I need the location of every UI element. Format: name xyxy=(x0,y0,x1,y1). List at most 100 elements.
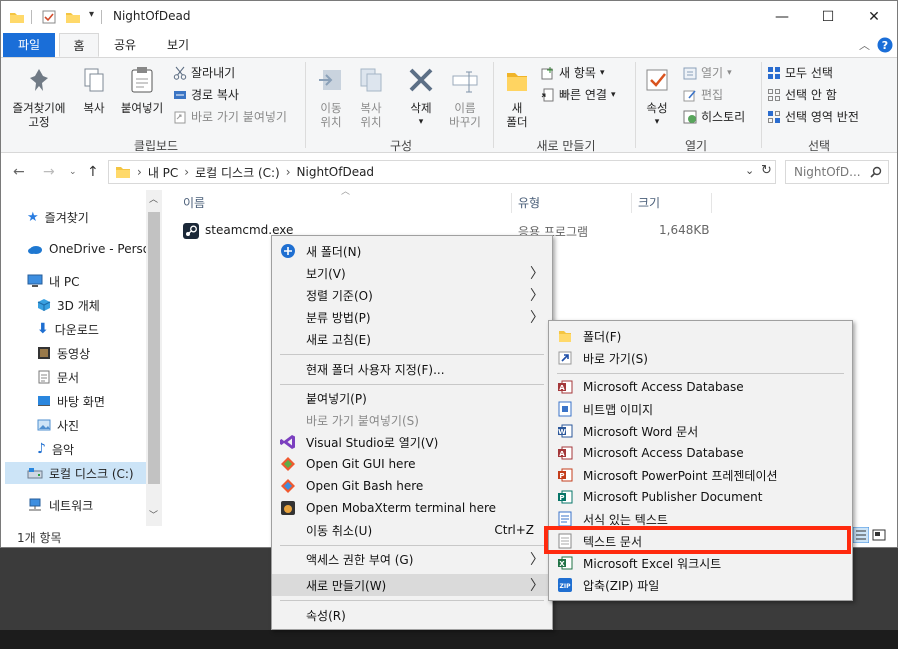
back-arrow-icon[interactable]: ← xyxy=(13,164,25,180)
open-button[interactable]: 열기 ▾ xyxy=(683,65,732,81)
nav-item-desktop[interactable]: 바탕 화면 xyxy=(37,390,105,412)
menu-item-give-access[interactable]: 액세스 권한 부여 (G) 〉 xyxy=(272,548,552,570)
navigation-pane: ★ 즐겨찾기 OneDrive - Person 내 PC 3D 개체 ⬇ 다운… xyxy=(1,190,163,526)
paste-button[interactable]: 붙여넣기 xyxy=(117,66,167,115)
forward-arrow-icon[interactable]: → xyxy=(43,164,55,180)
nav-item-pictures[interactable]: 사진 xyxy=(37,414,79,436)
menu-item-new-folder-top[interactable]: 새 폴더(N) xyxy=(272,240,552,262)
nav-item-local-disk[interactable]: 로컬 디스크 (C:) xyxy=(5,462,147,484)
scroll-down-icon[interactable]: ﹀ xyxy=(149,508,158,521)
submenu-item-access-db-2[interactable]: A Microsoft Access Database xyxy=(549,442,852,464)
menu-item-undo-move[interactable]: 이동 취소(U) Ctrl+Z xyxy=(272,519,552,541)
history-button[interactable]: 히스토리 xyxy=(683,109,745,125)
tab-share[interactable]: 공유 xyxy=(105,33,145,57)
menu-item-mobaxterm[interactable]: Open MobaXterm terminal here xyxy=(272,497,552,519)
cut-button[interactable]: 잘라내기 xyxy=(173,65,235,81)
paste-shortcut-button[interactable]: 바로 가기 붙여넣기 xyxy=(173,109,287,125)
column-header-type[interactable]: 유형 xyxy=(518,191,540,215)
close-button[interactable]: ✕ xyxy=(851,1,897,33)
select-all-button[interactable]: 모두 선택 xyxy=(767,65,833,81)
tab-home[interactable]: 홈 xyxy=(59,33,99,57)
new-folder-qa-icon[interactable] xyxy=(65,9,81,25)
invert-selection-button[interactable]: 선택 영역 반전 xyxy=(767,109,859,125)
nav-item-this-pc[interactable]: 내 PC xyxy=(27,270,79,292)
nav-item-network[interactable]: 네트워크 xyxy=(27,494,93,516)
nav-item-downloads[interactable]: ⬇ 다운로드 xyxy=(37,318,99,340)
properties-qa-icon[interactable] xyxy=(41,9,57,25)
search-input[interactable]: NightOfD... xyxy=(785,160,889,184)
new-folder-button[interactable]: 새 폴더 xyxy=(499,66,535,129)
collapse-ribbon-icon[interactable]: ︿ xyxy=(859,37,870,53)
details-view-icon[interactable] xyxy=(853,527,869,543)
copy-button[interactable]: 복사 xyxy=(77,66,111,115)
submenu-item-powerpoint[interactable]: P Microsoft PowerPoint 프레젠테이션 xyxy=(549,464,852,486)
menu-item-git-bash[interactable]: Open Git Bash here xyxy=(272,475,552,497)
menu-item-view[interactable]: 보기(V) 〉 xyxy=(272,262,552,284)
select-all-icon xyxy=(768,67,780,79)
nav-item-music[interactable]: ♪ 음악 xyxy=(37,438,74,460)
recent-chevron-down-icon[interactable]: ⌄ xyxy=(69,167,77,177)
menu-item-customize-folder[interactable]: 현재 폴더 사용자 지정(F)... xyxy=(272,358,552,380)
large-icons-view-icon[interactable] xyxy=(871,527,887,543)
move-to-icon xyxy=(319,70,341,90)
nav-pane-scrollbar[interactable]: ︿ ﹀ xyxy=(146,190,162,526)
menu-item-paste[interactable]: 붙여넣기(P) xyxy=(272,387,552,409)
menu-item-git-gui[interactable]: Open Git GUI here xyxy=(272,453,552,475)
select-none-button[interactable]: 선택 안 함 xyxy=(767,87,837,103)
submenu-item-bitmap[interactable]: 비트맵 이미지 xyxy=(549,398,852,420)
maximize-button[interactable]: ☐ xyxy=(805,1,851,33)
copy-icon xyxy=(84,68,104,92)
nav-item-3d-objects[interactable]: 3D 개체 xyxy=(37,294,100,316)
breadcrumb-this-pc[interactable]: 내 PC xyxy=(148,164,178,181)
pin-quick-access-button[interactable]: 즐겨찾기에 고정 xyxy=(7,66,71,129)
nav-item-onedrive[interactable]: OneDrive - Person xyxy=(27,238,158,260)
menu-item-group-by[interactable]: 분류 방법(P) 〉 xyxy=(272,306,552,328)
ribbon-separator xyxy=(493,62,494,148)
refresh-icon[interactable]: ↻ xyxy=(761,163,772,178)
easy-access-button[interactable]: 빠른 연결 ▾ xyxy=(541,87,616,103)
git-gui-icon xyxy=(281,457,295,471)
nav-item-quick-access[interactable]: ★ 즐겨찾기 xyxy=(27,206,89,228)
submenu-item-word[interactable]: W Microsoft Word 문서 xyxy=(549,420,852,442)
menu-item-open-visual-studio[interactable]: Visual Studio로 열기(V) xyxy=(272,431,552,453)
nav-item-videos[interactable]: 동영상 xyxy=(37,342,90,364)
submenu-item-zip[interactable]: ZIP 압축(ZIP) 파일 xyxy=(549,574,852,596)
minimize-button[interactable]: — xyxy=(759,1,805,33)
tab-file[interactable]: 파일 xyxy=(3,33,55,57)
scrollbar-thumb[interactable] xyxy=(148,212,160,484)
help-icon[interactable]: ? xyxy=(877,37,893,53)
submenu-item-excel[interactable]: X Microsoft Excel 워크시트 xyxy=(549,552,852,574)
properties-button[interactable]: 속성 ▾ xyxy=(639,66,675,129)
submenu-item-access-db-1[interactable]: A Microsoft Access Database xyxy=(549,376,852,398)
submenu-item-publisher[interactable]: P Microsoft Publisher Document xyxy=(549,486,852,508)
move-to-button[interactable]: 이동 위치 xyxy=(313,66,349,129)
breadcrumb-nightofdead[interactable]: NightOfDead xyxy=(297,165,375,179)
network-icon xyxy=(29,498,41,511)
group-open-label: 열기 xyxy=(684,139,708,153)
rename-button[interactable]: 이름 바꾸기 xyxy=(443,66,487,129)
search-icon xyxy=(870,166,882,178)
title-bar: ▾ NightOfDead — ☐ ✕ xyxy=(1,1,897,33)
up-arrow-icon[interactable]: ↑ xyxy=(87,164,99,180)
copy-path-button[interactable]: 경로 복사 xyxy=(173,87,239,103)
breadcrumb-local-disk[interactable]: 로컬 디스크 (C:) xyxy=(195,164,280,181)
new-item-button[interactable]: 새 항목 ▾ xyxy=(541,65,604,81)
column-header-size[interactable]: 크기 xyxy=(638,191,660,215)
edit-button[interactable]: 편집 xyxy=(683,87,723,103)
tab-view[interactable]: 보기 xyxy=(157,33,199,57)
menu-item-properties[interactable]: 속성(R) xyxy=(272,604,552,626)
submenu-item-folder[interactable]: 폴더(F) xyxy=(549,325,852,347)
menu-item-new[interactable]: 새로 만들기(W) 〉 xyxy=(272,574,552,596)
column-header-name[interactable]: 이름 xyxy=(183,191,205,215)
address-dropdown-chevron-icon[interactable]: ⌄ xyxy=(745,164,754,177)
customize-qa-icon[interactable]: ▾ xyxy=(89,9,94,20)
address-bar[interactable]: › 내 PC › 로컬 디스크 (C:) › NightOfDead xyxy=(108,160,776,184)
menu-item-sort-by[interactable]: 정렬 기준(O) 〉 xyxy=(272,284,552,306)
submenu-item-shortcut[interactable]: 바로 가기(S) xyxy=(549,347,852,369)
copy-to-button[interactable]: 복사 위치 xyxy=(353,66,389,129)
scroll-up-icon[interactable]: ︿ xyxy=(149,192,158,205)
nav-item-documents[interactable]: 문서 xyxy=(37,366,79,388)
menu-item-refresh[interactable]: 새로 고침(E) xyxy=(272,328,552,350)
menu-item-paste-shortcut[interactable]: 바로 가기 붙여넣기(S) xyxy=(272,409,552,431)
delete-button[interactable]: 삭제 ▾ xyxy=(403,66,439,129)
